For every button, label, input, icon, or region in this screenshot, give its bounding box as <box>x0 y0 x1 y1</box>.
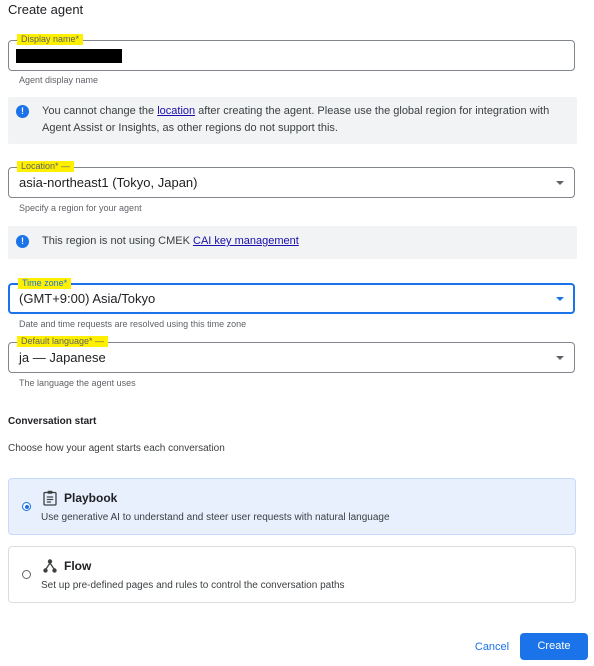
location-value: asia-northeast1 (Tokyo, Japan) <box>19 175 198 190</box>
clipboard-icon <box>43 490 57 506</box>
cmek-info-banner: ! This region is not using CMEK CAI key … <box>8 226 577 259</box>
flow-radio[interactable] <box>22 570 31 579</box>
time-zone-value: (GMT+9:00) Asia/Tokyo <box>19 291 156 306</box>
create-button[interactable]: Create <box>520 633 588 660</box>
cmek-banner-text: This region is not using CMEK CAI key ma… <box>42 233 299 250</box>
page-title: Create agent <box>8 2 84 17</box>
location-info-banner: ! You cannot change the location after c… <box>8 97 577 144</box>
cai-key-management-link[interactable]: CAI key management <box>193 235 299 247</box>
display-name-field[interactable]: Display name* <box>8 34 575 71</box>
flow-icon <box>43 559 57 573</box>
dropdown-arrow-icon <box>556 356 564 360</box>
dropdown-arrow-icon <box>556 297 564 301</box>
time-zone-label: Time zone* <box>18 278 72 289</box>
redacted-value <box>16 49 122 63</box>
playbook-description: Use generative AI to understand and stee… <box>41 512 390 523</box>
flow-title: Flow <box>64 559 92 573</box>
cmek-text: This region is not using CMEK <box>42 235 194 247</box>
location-hint: Specify a region for your agent <box>19 203 142 213</box>
conversation-start-title: Conversation start <box>8 416 97 427</box>
conversation-start-description: Choose how your agent starts each conver… <box>8 443 225 454</box>
location-label: Location* — <box>17 161 75 172</box>
display-name-label: Display name* <box>17 34 84 45</box>
playbook-title: Playbook <box>64 491 118 505</box>
location-banner-text: You cannot change the location after cre… <box>42 103 562 137</box>
location-link[interactable]: location <box>157 105 195 117</box>
flow-option[interactable]: Flow Set up pre-defined pages and rules … <box>8 546 576 603</box>
default-language-label: Default language* — <box>17 336 109 347</box>
default-language-select[interactable]: Default language* — ja — Japanese <box>8 336 575 373</box>
info-icon: ! <box>16 105 29 118</box>
time-zone-select[interactable]: Time zone* (GMT+9:00) Asia/Tokyo <box>8 278 575 314</box>
default-language-hint: The language the agent uses <box>19 378 136 388</box>
location-select[interactable]: Location* — asia-northeast1 (Tokyo, Japa… <box>8 161 575 198</box>
banner-text-before: You cannot change the <box>42 105 158 117</box>
display-name-hint: Agent display name <box>19 75 99 85</box>
default-language-value: ja — Japanese <box>19 350 106 365</box>
cancel-button[interactable]: Cancel <box>468 635 516 659</box>
info-icon: ! <box>16 235 29 248</box>
playbook-option[interactable]: Playbook Use generative AI to understand… <box>8 478 576 535</box>
flow-description: Set up pre-defined pages and rules to co… <box>41 580 345 591</box>
playbook-radio[interactable] <box>22 502 31 511</box>
time-zone-hint: Date and time requests are resolved usin… <box>19 319 247 329</box>
dropdown-arrow-icon <box>556 181 564 185</box>
